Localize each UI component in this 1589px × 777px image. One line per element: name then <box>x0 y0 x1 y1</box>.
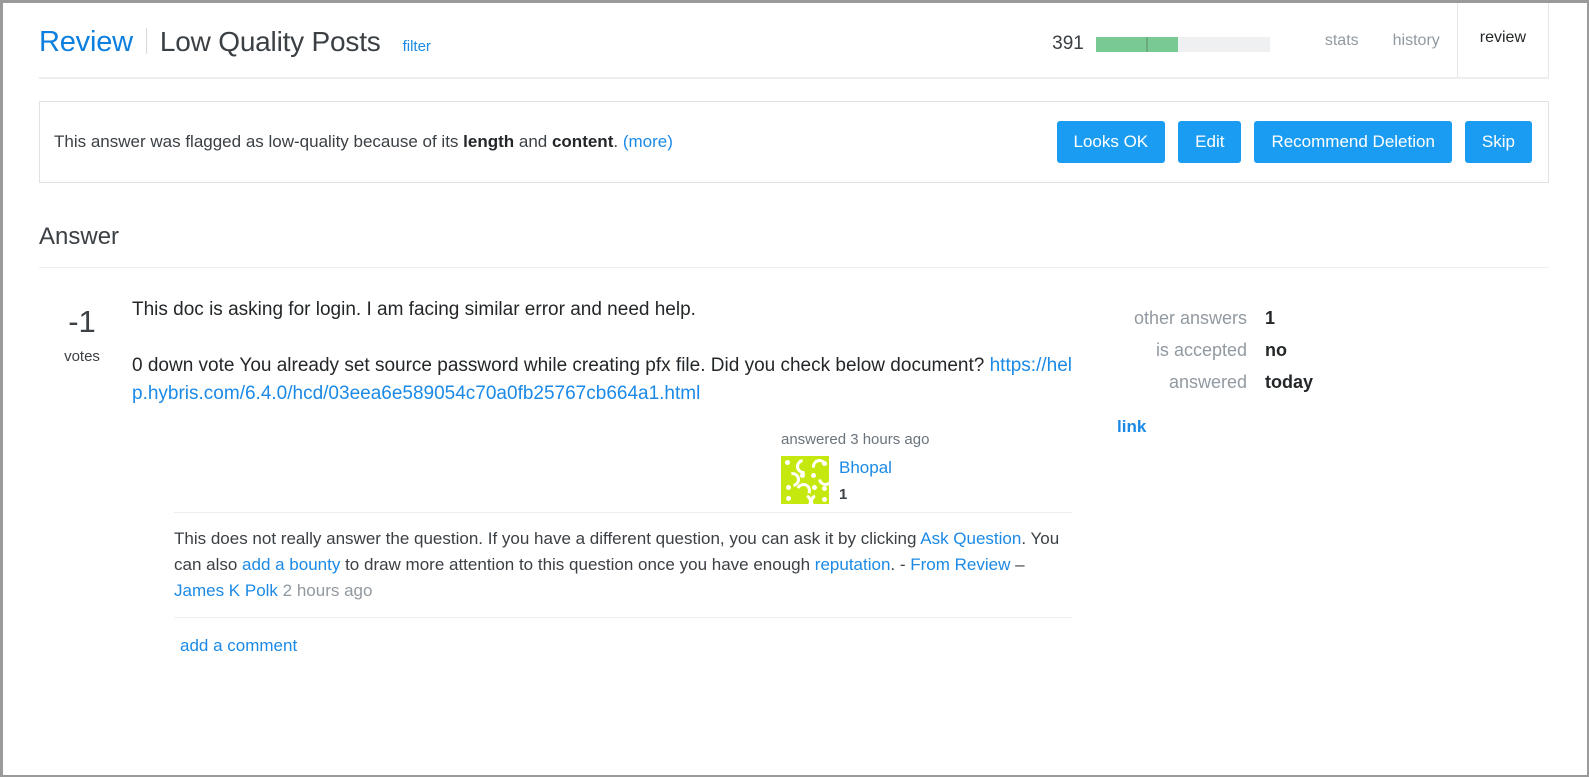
edit-button[interactable]: Edit <box>1178 120 1242 164</box>
stat-row-is-accepted: is accepted no <box>1115 340 1415 361</box>
comment-text-4: . - <box>890 554 911 574</box>
answer-signature-row: answered 3 hours ago Bhopal 1 <box>132 431 1072 504</box>
from-review-link[interactable]: From Review <box>910 555 1010 574</box>
comment-text-1: This does not really answer the question… <box>174 528 921 548</box>
flag-notice-bar: This answer was flagged as low-quality b… <box>39 101 1549 183</box>
add-a-bounty-link[interactable]: add a bounty <box>242 555 340 574</box>
review-action-buttons: Looks OK Edit Recommend Deletion Skip <box>1056 120 1532 164</box>
answer-section-divider <box>39 267 1549 268</box>
notice-more-link[interactable]: (more) <box>623 132 673 151</box>
post-stats-panel: other answers 1 is accepted no answered … <box>1115 308 1415 437</box>
filter-link[interactable]: filter <box>403 38 431 55</box>
review-count: 391 <box>1052 33 1084 54</box>
answer-body-column: This doc is asking for login. I am facin… <box>125 296 1072 656</box>
comment-dash: – <box>1010 554 1025 574</box>
progress-bar-track <box>1095 36 1270 52</box>
user-name-link[interactable]: Bhopal <box>839 458 892 478</box>
comments-list: This does not really answer the question… <box>174 511 1072 656</box>
stat-value: today <box>1265 372 1314 392</box>
header-tabs: stats history review <box>1308 3 1549 77</box>
comment-item: This does not really answer the question… <box>174 513 1072 618</box>
add-comment-link[interactable]: add a comment <box>180 636 297 656</box>
recommend-deletion-button[interactable]: Recommend Deletion <box>1254 120 1452 164</box>
answer-paragraph-2-text: 0 down vote You already set source passw… <box>132 354 990 376</box>
reputation-link[interactable]: reputation <box>815 555 891 574</box>
stat-value: 1 <box>1265 308 1276 328</box>
looks-ok-button[interactable]: Looks OK <box>1056 120 1166 164</box>
ask-question-link[interactable]: Ask Question <box>920 529 1021 548</box>
answer-paragraph-1: This doc is asking for login. I am facin… <box>132 299 696 320</box>
tab-review[interactable]: review <box>1456 3 1549 77</box>
review-header: Review Low Quality Posts filter 391 stat… <box>39 3 1549 79</box>
stat-row-answered: answered today <box>1115 372 1415 393</box>
stat-value: no <box>1265 340 1287 360</box>
notice-reason-content: content <box>551 132 614 152</box>
answer-paragraph-2: 0 down vote You already set source passw… <box>132 352 1072 409</box>
vote-label: votes <box>64 348 100 365</box>
progress-bar-fill <box>1095 36 1178 52</box>
answer-body-text: This doc is asking for login. I am facin… <box>132 296 1072 409</box>
answered-timestamp: answered 3 hours ago <box>781 430 930 448</box>
page-title: Low Quality Posts <box>159 26 381 57</box>
comment-timestamp: 2 hours ago <box>277 581 373 601</box>
stat-row-other-answers: other answers 1 <box>1115 308 1415 329</box>
user-card: answered 3 hours ago Bhopal 1 <box>781 431 971 504</box>
comment-text-3: to draw more attention to this question … <box>340 554 815 574</box>
tab-history[interactable]: history <box>1376 3 1457 77</box>
skip-button[interactable]: Skip <box>1464 120 1532 164</box>
stat-label: answered <box>1168 372 1247 392</box>
answer-section-heading: Answer <box>39 223 120 250</box>
vote-count: -1 <box>68 304 96 339</box>
vote-column: -1 votes <box>39 296 125 656</box>
breadcrumb-review-link[interactable]: Review <box>39 26 133 59</box>
progress-bar-divider <box>1146 36 1149 52</box>
notice-reason-length: length <box>463 132 515 152</box>
stat-label: is accepted <box>1155 340 1247 360</box>
tab-stats[interactable]: stats <box>1308 3 1376 77</box>
user-reputation: 1 <box>839 485 848 503</box>
comment-author-link[interactable]: James K Polk <box>174 581 278 600</box>
header-right-group: 391 stats history review <box>1052 3 1549 77</box>
flag-notice-text: This answer was flagged as low-quality b… <box>54 130 673 154</box>
avatar[interactable] <box>781 455 829 504</box>
stat-label: other answers <box>1133 308 1247 328</box>
review-progress: 391 <box>1052 33 1270 55</box>
post-link[interactable]: link <box>1117 417 1146 437</box>
review-page-frame: Review Low Quality Posts filter 391 stat… <box>0 0 1589 777</box>
breadcrumb-divider <box>145 28 147 54</box>
notice-text-middle: and <box>514 132 552 152</box>
notice-text-before: This answer was flagged as low-quality b… <box>54 132 464 152</box>
breadcrumb: Review Low Quality Posts filter <box>39 25 431 59</box>
notice-text-after: . <box>613 132 619 152</box>
